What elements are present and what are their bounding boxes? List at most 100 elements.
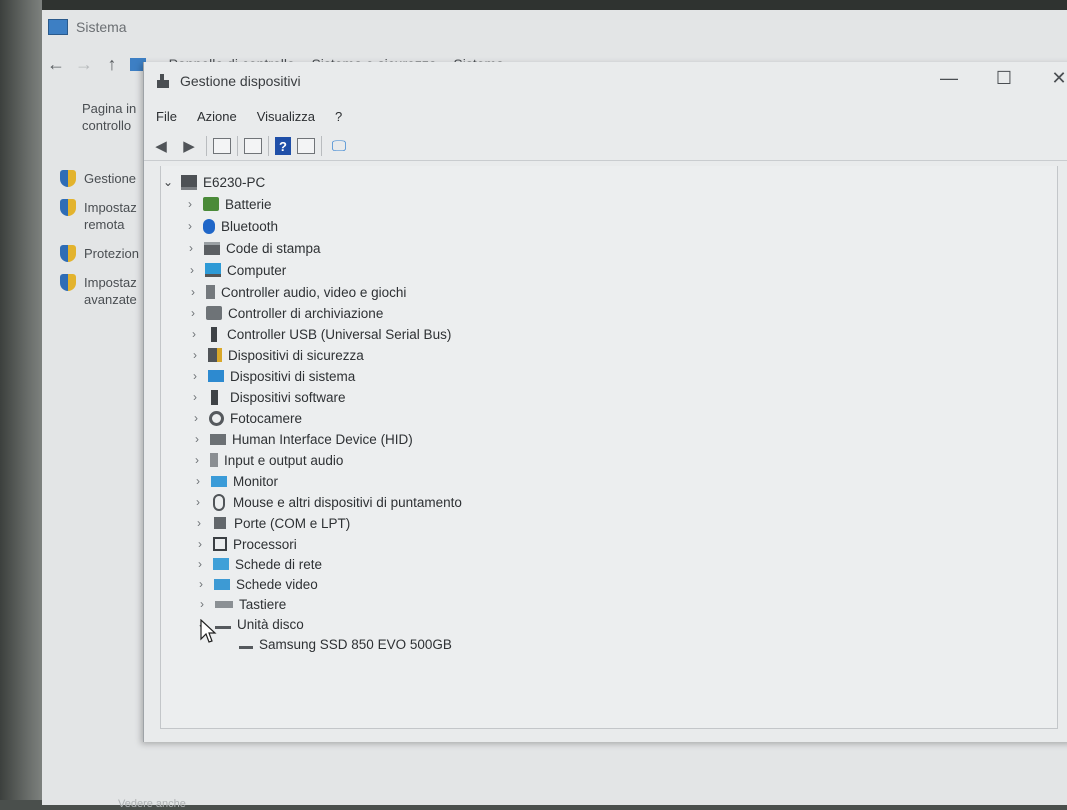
tree-node-mice[interactable]: › Mouse e altri dispositivi di puntament… xyxy=(191,492,462,512)
system-window-icon xyxy=(48,19,68,35)
tree-node-cameras[interactable]: › Fotocamere xyxy=(189,408,302,428)
chevron-right-icon[interactable]: › xyxy=(193,557,207,571)
chevron-right-icon[interactable]: › xyxy=(188,348,202,362)
tree-node-audio-io[interactable]: › Input e output audio xyxy=(190,450,343,470)
chevron-right-icon[interactable]: › xyxy=(191,474,205,488)
up-arrow-icon[interactable]: ↑ xyxy=(98,54,126,75)
properties-grid-icon[interactable] xyxy=(213,138,231,154)
chevron-right-icon[interactable]: › xyxy=(185,263,199,277)
sidebar-link-remote[interactable]: Impostaz remota xyxy=(60,199,137,233)
tree-node-label: Controller di archiviazione xyxy=(228,305,384,321)
help-icon[interactable]: ? xyxy=(275,137,291,155)
tree-node-hid[interactable]: › Human Interface Device (HID) xyxy=(190,429,413,449)
port-icon xyxy=(214,517,226,529)
monitor-icon xyxy=(211,475,227,487)
device-manager-icon xyxy=(155,73,171,89)
tree-node-usb-controllers[interactable]: › Controller USB (Universal Serial Bus) xyxy=(187,324,451,344)
tree-node-software-devices[interactable]: › Dispositivi software xyxy=(188,387,346,407)
minimize-button[interactable]: — xyxy=(934,68,964,89)
sidebar-link-protection[interactable]: Protezion xyxy=(60,245,139,262)
tree-node-label: Batterie xyxy=(225,196,272,212)
bluetooth-icon xyxy=(203,218,215,234)
chevron-right-icon[interactable]: › xyxy=(187,327,201,341)
back-arrow-icon[interactable]: ◀ xyxy=(150,136,172,156)
update-driver-icon[interactable] xyxy=(297,138,315,154)
tree-root[interactable]: ⌄ E6230-PC xyxy=(161,172,265,192)
chevron-right-icon[interactable]: › xyxy=(192,516,206,530)
tree-node-display-adapters[interactable]: › Schede video xyxy=(194,574,318,594)
speaker-icon xyxy=(206,285,215,299)
chevron-right-icon[interactable]: › xyxy=(190,432,204,446)
tree-node-system-devices[interactable]: › Dispositivi di sistema xyxy=(188,366,355,386)
chevron-right-icon[interactable]: › xyxy=(183,197,197,211)
maximize-button[interactable]: ☐ xyxy=(989,68,1019,89)
display-adapter-icon xyxy=(214,578,230,590)
tree-node-monitors[interactable]: › Monitor xyxy=(191,471,278,491)
tree-node-batteries[interactable]: › Batterie xyxy=(183,194,272,214)
sidebar-link-label: avanzate xyxy=(84,292,137,307)
chevron-right-icon[interactable]: › xyxy=(188,390,202,404)
tree-node-network-adapters[interactable]: › Schede di rete xyxy=(193,554,322,574)
menu-view[interactable]: Visualizza xyxy=(257,109,315,124)
chevron-right-icon[interactable]: › xyxy=(188,369,202,383)
tree-node-storage-controllers[interactable]: › Controller di archiviazione xyxy=(186,303,383,323)
tree-node-print-queues[interactable]: › Code di stampa xyxy=(184,238,321,258)
chevron-down-icon[interactable]: ⌄ xyxy=(161,175,175,189)
sidebar-link-advanced[interactable]: Impostaz avanzate xyxy=(60,274,137,308)
tree-node-bluetooth[interactable]: › Bluetooth xyxy=(183,216,278,236)
tree-node-label: Fotocamere xyxy=(230,410,303,426)
tree-node-computer[interactable]: › Computer xyxy=(185,260,286,280)
toolbar: ◀ ▶ ? 🖵 xyxy=(144,132,1067,161)
chevron-right-icon[interactable]: › xyxy=(186,306,200,320)
chevron-right-icon[interactable]: › xyxy=(194,577,208,591)
device-tree-pane[interactable]: ⌄ E6230-PC › Batterie › Bluetooth › Code… xyxy=(160,166,1058,729)
menu-bar: File Azione Visualizza ? xyxy=(144,104,350,128)
tree-node-label: Monitor xyxy=(233,473,279,489)
chevron-right-icon[interactable]: › xyxy=(193,537,207,551)
menu-help[interactable]: ? xyxy=(335,109,342,124)
monitor-bezel-top xyxy=(0,0,1067,10)
menu-file[interactable]: File xyxy=(156,109,177,124)
mouse-icon xyxy=(213,493,225,511)
chevron-right-icon[interactable]: › xyxy=(189,411,203,425)
sidebar-home-link[interactable]: Pagina in controllo xyxy=(82,100,136,134)
tree-node-label: Dispositivi di sicurezza xyxy=(228,347,364,363)
chevron-right-icon[interactable]: › xyxy=(184,241,198,255)
menu-action[interactable]: Azione xyxy=(197,109,237,124)
sidebar-home-line: Pagina in xyxy=(82,101,137,116)
toolbar-separator xyxy=(321,136,322,156)
chevron-right-icon[interactable]: › xyxy=(191,495,205,509)
mouse-cursor-icon xyxy=(200,619,217,643)
tree-node-audio-controllers[interactable]: › Controller audio, video e giochi xyxy=(186,282,406,302)
toolbar-separator xyxy=(268,136,269,156)
tree-node-processors[interactable]: › Processori xyxy=(193,534,297,554)
battery-icon xyxy=(203,197,219,211)
forward-arrow-icon[interactable]: ▶ xyxy=(178,136,200,156)
tree-node-keyboards[interactable]: › Tastiere xyxy=(195,594,286,614)
forward-arrow-icon[interactable]: → xyxy=(70,54,98,75)
sidebar-home-line: controllo xyxy=(82,118,132,133)
tree-node-ssd[interactable]: Samsung SSD 850 EVO 500GB xyxy=(239,634,452,654)
tree-node-label: Code di stampa xyxy=(226,240,321,256)
chevron-right-icon[interactable]: › xyxy=(195,597,209,611)
device-manager-titlebar: Gestione dispositivi xyxy=(144,62,1067,100)
tree-root-label: E6230-PC xyxy=(203,174,266,190)
chevron-right-icon[interactable]: › xyxy=(190,453,204,467)
toolbar-separator xyxy=(206,136,207,156)
shield-icon xyxy=(60,245,76,262)
tree-node-security-devices[interactable]: › Dispositivi di sicurezza xyxy=(188,345,364,365)
sidebar-link-device-manager[interactable]: Gestione xyxy=(60,170,136,187)
back-arrow-icon[interactable]: ← xyxy=(42,54,70,75)
tree-node-label: Porte (COM e LPT) xyxy=(234,515,351,531)
disk-drive-icon xyxy=(239,645,253,649)
chevron-right-icon[interactable]: › xyxy=(186,285,200,299)
monitor-icon[interactable]: 🖵 xyxy=(328,136,350,156)
list-view-icon[interactable] xyxy=(244,138,262,154)
system-device-icon xyxy=(208,370,224,382)
tree-node-label: Schede video xyxy=(236,576,318,592)
chevron-right-icon[interactable]: › xyxy=(183,219,197,233)
close-button[interactable]: ✕ xyxy=(1044,68,1067,89)
shield-icon xyxy=(60,199,76,216)
tree-node-label: Computer xyxy=(227,262,287,278)
tree-node-ports[interactable]: › Porte (COM e LPT) xyxy=(192,513,350,533)
